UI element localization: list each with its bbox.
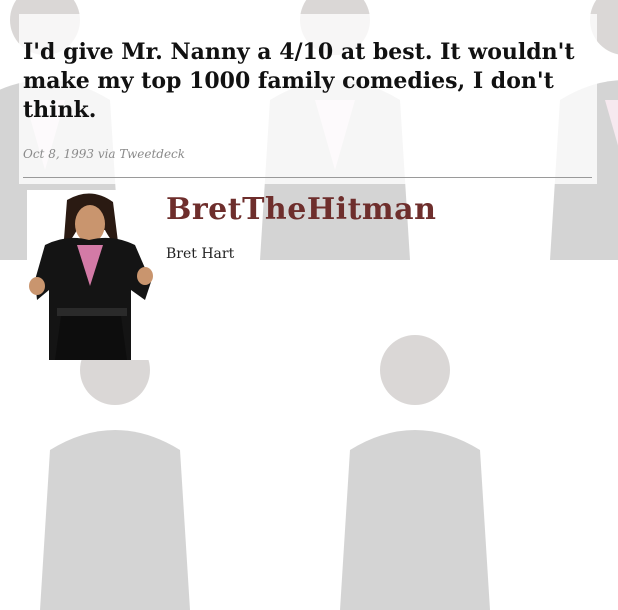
tweet-timestamp: Oct 8, 1993 via Tweetdeck: [23, 147, 186, 161]
divider: [23, 177, 592, 178]
profile-real-name: Bret Hart: [166, 246, 235, 262]
background-photo-tile: [330, 310, 500, 610]
profile-avatar[interactable]: [27, 190, 155, 360]
profile-screen-name[interactable]: BretTheHitman: [166, 192, 436, 227]
wrestler-photo-icon: [27, 190, 155, 360]
tweet-text: I'd give Mr. Nanny a 4/10 at best. It wo…: [23, 39, 575, 123]
